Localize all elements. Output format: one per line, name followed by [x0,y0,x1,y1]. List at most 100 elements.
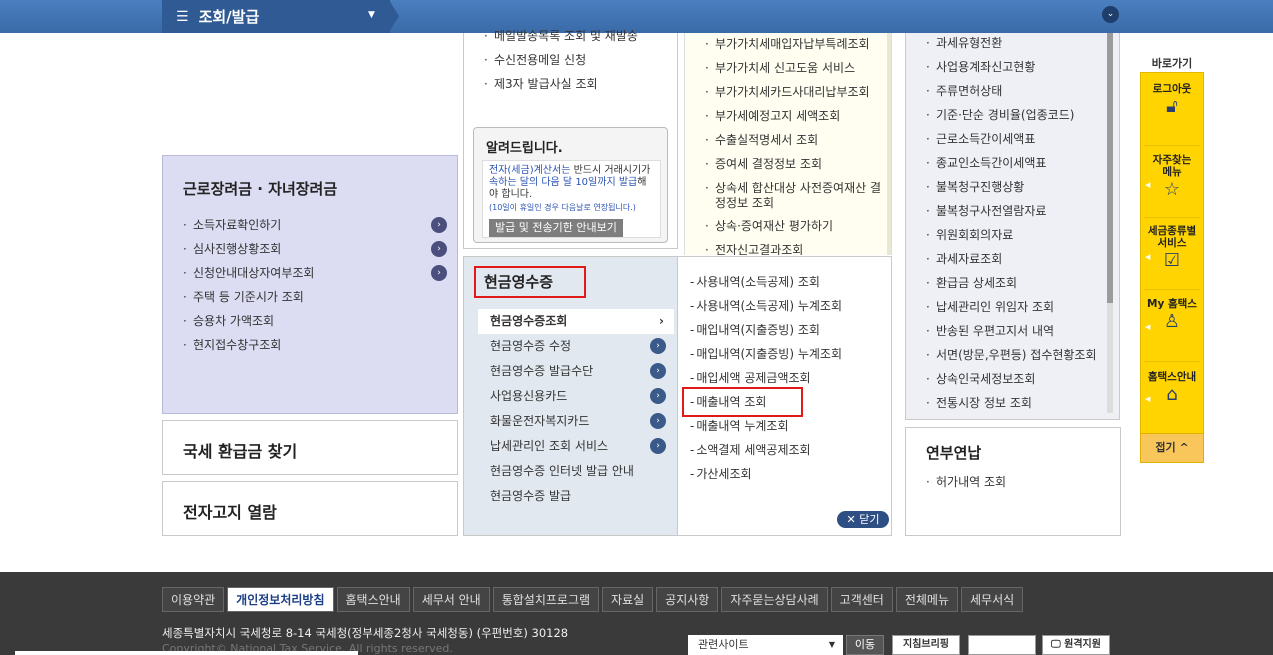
footer-link[interactable]: 이용약관 [162,587,225,612]
caret-down-icon[interactable]: ▼ [368,10,375,20]
deadline-guide-button[interactable]: 발급 및 전송기한 안내보기 [489,219,623,237]
list-item[interactable]: 불복청구사전열람자료 [924,199,1097,223]
footer-link[interactable]: 세무서식 [961,587,1024,612]
list-item[interactable]: 신청안내대상자여부조회› [181,261,447,285]
list-item[interactable]: 수출실적명세서 조회 [703,128,883,152]
cash-menu-item[interactable]: 현금영수증 인터넷 발급 안내 [478,459,674,484]
menu-tab-label: 조회/발급 [198,8,260,26]
cash-menu-item[interactable]: 화물운전자복지카드 › [478,409,674,434]
list-item[interactable]: 과세유형전환 [924,33,1097,55]
vat-list-panel: 부가가치세매입자납부특례조회 부가가치세 신고도움 서비스 부가가치세카드사대리… [684,33,892,255]
earned-income-credit-panel: 근로장려금 · 자녀장려금 소득자료확인하기› 심사진행상황조회› 신청안내대상… [162,155,458,414]
scrollbar-thumb[interactable] [1107,33,1113,303]
list-item[interactable]: 근로소득간이세액표 [924,127,1097,151]
list-item[interactable]: 주택 등 기준시가 조회 [181,285,447,309]
cash-menu-item[interactable]: 현금영수증 발급 [478,484,674,509]
notice-text: 전자(세금)계산서는 반드시 거래시기가 속하는 달의 다음 달 10일까지 발… [489,165,651,200]
list-item[interactable]: 승용차 가액조회 [181,309,447,333]
fold-button[interactable]: 접기 ^ [1140,433,1204,463]
shortcut-sidebar: 로그아웃 🔓︎ 자주찾는 메뉴 ☆ ◀ 세금종류별 서비스 ☑ ◀ My 홈택스… [1140,72,1204,463]
list-item[interactable]: 심사진행상황조회› [181,237,447,261]
footer-link[interactable]: 통합설치프로그램 [492,587,600,612]
footer-link[interactable]: 공지사항 [656,587,719,612]
arrow-right-icon[interactable]: › [431,241,447,257]
list-item[interactable]: 소득자료확인하기› [181,213,447,237]
submenu-item[interactable]: - 사용내역(소득공제) 누계조회 [690,294,842,318]
footer-link[interactable]: 전체메뉴 [895,587,959,612]
list-item[interactable]: 제3자 발급사실 조회 [482,72,638,96]
submenu-item[interactable]: - 매입내역(지출증빙) 조회 [690,318,842,342]
list-item[interactable]: 메일발송목록 조회 및 재발송 [482,24,638,48]
menu-tab-inquiry[interactable]: ☰ 조회/발급 ▼ [162,0,390,33]
submenu-item[interactable]: - 매출내역 누계조회 [690,414,842,438]
cash-menu-item-active[interactable]: 현금영수증조회 › [478,309,674,334]
favorite-menu-button[interactable]: 자주찾는 메뉴 ☆ [1141,154,1203,199]
footer-link[interactable]: 고객센터 [830,587,893,612]
submenu-item[interactable]: - 가산세조회 [690,462,842,486]
list-item[interactable]: 환급금 상세조회 [924,271,1097,295]
cash-receipt-panel: 현금영수증 현금영수증조회 › 현금영수증 수정 › 현금영수증 발급수단 › 사업용… [463,256,678,536]
banner-link[interactable] [968,635,1036,655]
list-item[interactable]: 부가가치세카드사대리납부조회 [703,80,883,104]
list-item[interactable]: 과세자료조회 [924,247,1097,271]
submenu-item[interactable]: - 사용내역(소득공제) 조회 [690,270,842,294]
list-item[interactable]: 반송된 우편고지서 내역 [924,319,1097,343]
list-item[interactable]: 상속세 합산대상 사전증여재산 결정정보 조회 [703,176,883,214]
arrow-right-icon[interactable]: › [650,438,666,454]
footer-link[interactable]: 자료실 [602,587,654,612]
list-item[interactable]: 허가내역 조회 [924,470,1006,494]
tax-refund-finder[interactable]: 국세 환급금 찾기 [162,420,458,475]
close-button[interactable]: ✕ 닫기 [837,511,889,528]
list-item[interactable]: 상속·증여재산 평가하기 [703,214,883,238]
list-item[interactable]: 수신전용메일 신청 [482,48,638,72]
list-item[interactable]: 종교인소득간이세액표 [924,151,1097,175]
hamburger-icon[interactable]: ☰ [176,9,189,25]
list-item[interactable]: 불복청구진행상황 [924,175,1097,199]
move-button[interactable]: 이동 [846,635,884,655]
banner-briefing[interactable]: 지침브리핑 [892,635,960,655]
footer-address: 세종특별자치시 국세청로 8-14 국세청(정부세종2청사 국세청동) (우편번… [162,626,569,640]
arrow-right-icon[interactable]: › [650,413,666,429]
list-item[interactable]: 기준·단순 경비율(업종코드) [924,103,1097,127]
chevron-right-icon: › [659,314,664,328]
cash-menu-item[interactable]: 현금영수증 발급수단 › [478,359,674,384]
list-item[interactable]: 부가가치세매입자납부특례조회 [703,33,883,56]
panel-title: 근로장려금 · 자녀장려금 [183,180,338,198]
footer-link-privacy[interactable]: 개인정보처리방침 [227,587,334,612]
list-item[interactable]: 증여세 결정정보 조회 [703,152,883,176]
arrow-right-icon[interactable]: › [431,265,447,281]
footer-link[interactable]: 세무서 안내 [412,587,490,612]
list-item[interactable]: 서면(방문,우편등) 접수현황조회 [924,343,1097,367]
list-item[interactable]: 주류면허상태 [924,79,1097,103]
misc-list-panel: 과세유형전환 사업용계좌신고현황 주류면허상태 기준·단순 경비율(업종코드) … [905,33,1120,420]
footer: 이용약관 개인정보처리방침 홈택스안내 세무서 안내 통합설치프로그램 자료실 … [0,572,1273,655]
arrow-right-icon[interactable]: › [650,338,666,354]
logout-button[interactable]: 로그아웃 🔓︎ [1141,83,1203,116]
list-item[interactable]: 부가세예정고지 세액조회 [703,104,883,128]
list-item[interactable]: 부가가치세 신고도움 서비스 [703,56,883,80]
list-item[interactable]: 현지접수창구조회 [181,333,447,357]
e-notice-view[interactable]: 전자고지 열람 [162,481,458,536]
banner-remote-support[interactable]: 🖵︎ 원격지원 [1042,635,1110,655]
list-item[interactable]: 전통시장 정보 조회 [924,391,1097,415]
cash-menu-item[interactable]: 납세관리인 조회 서비스 › [478,434,674,459]
cash-receipt-title: 현금영수증 [474,266,586,298]
list-item[interactable]: 위원회회의자료 [924,223,1097,247]
arrow-right-icon[interactable]: › [650,388,666,404]
list-item[interactable]: 납세관리인 위임자 조회 [924,295,1097,319]
list-item[interactable]: 상속인국세정보조회 [924,367,1097,391]
arrow-right-icon[interactable]: › [431,217,447,233]
list-item[interactable]: 사업용계좌신고현황 [924,55,1097,79]
cash-menu-item[interactable]: 사업용신용카드 › [478,384,674,409]
scrollbar[interactable] [887,33,891,255]
horizontal-scrollbar[interactable] [15,651,358,655]
related-sites-select[interactable]: 관련사이트 ▼ [688,635,843,655]
submenu-item[interactable]: - 매입내역(지출증빙) 누계조회 [690,342,842,366]
submenu-item[interactable]: - 소액결제 세액공제조회 [690,438,842,462]
list-item[interactable]: 전자신고결과조회 [703,238,883,255]
arrow-right-icon[interactable]: › [650,363,666,379]
footer-link[interactable]: 자주묻는상담사례 [721,587,828,612]
chevron-down-icon[interactable]: ⌄ [1102,6,1119,23]
footer-link[interactable]: 홈택스안내 [336,587,410,612]
cash-menu-item[interactable]: 현금영수증 수정 › [478,334,674,359]
